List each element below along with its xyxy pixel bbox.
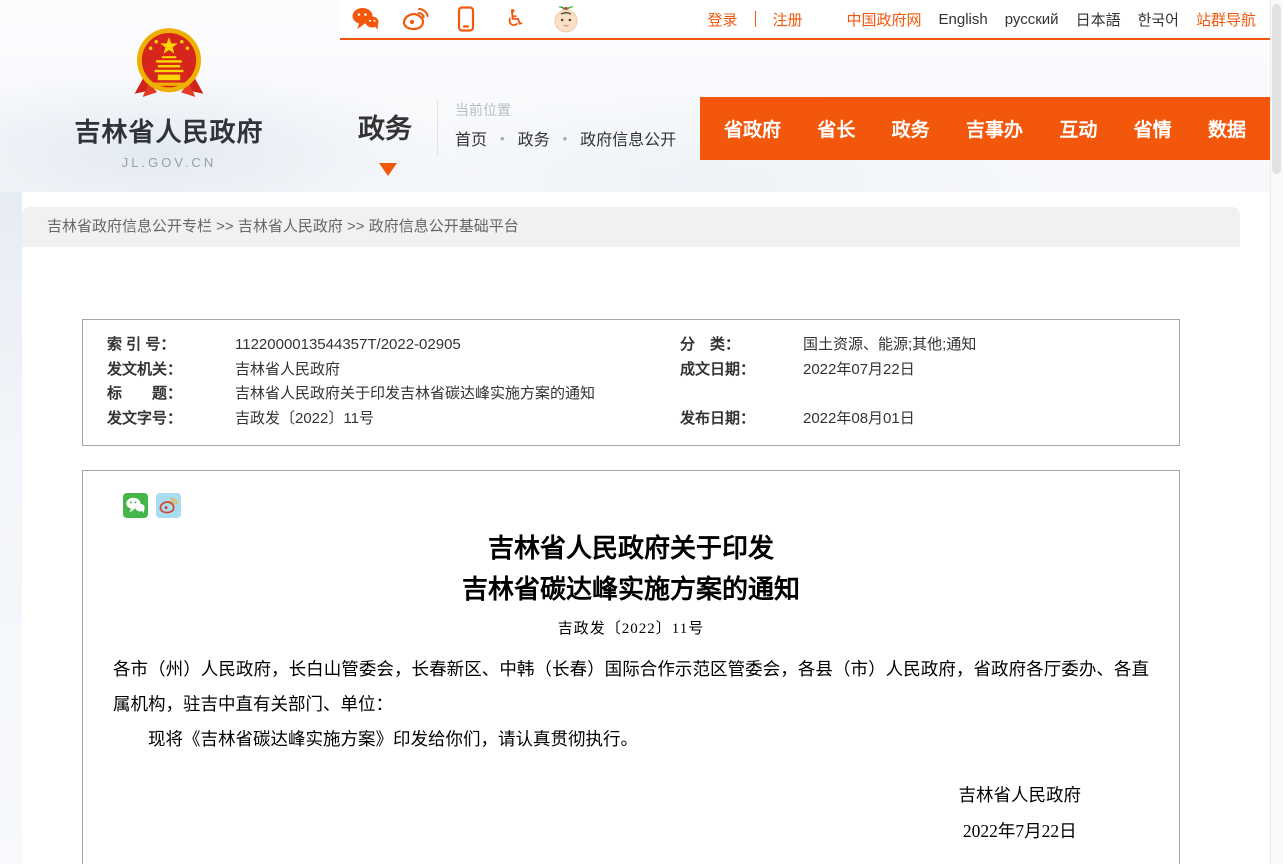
register-link[interactable]: 注册	[773, 9, 803, 30]
nav-item-province-info[interactable]: 省情	[1134, 115, 1172, 142]
document-metadata-box: 索 引 号： 1122000013544357T/2022-02905 分 类：…	[82, 319, 1180, 446]
metadata-grid: 索 引 号： 1122000013544357T/2022-02905 分 类：…	[107, 333, 1179, 431]
meta-label-issuing-org: 发文机关：	[107, 358, 235, 383]
lang-english-link[interactable]: English	[939, 11, 988, 28]
wechat-icon[interactable]	[352, 6, 379, 33]
mascot-icon[interactable]	[552, 6, 579, 33]
login-link[interactable]: 登录	[707, 9, 737, 30]
meta-value-publish-date: 2022年08月01日	[803, 407, 1179, 432]
scrollbar-thumb[interactable]	[1272, 4, 1281, 174]
vertical-divider	[437, 100, 438, 156]
site-logo[interactable]: 吉林省人民政府 JL.GOV.CN	[73, 26, 265, 170]
breadcrumb: 首页 • 政务 • 政府信息公开	[455, 126, 676, 150]
meta-value-doc-number: 吉政发〔2022〕11号	[235, 407, 680, 432]
lang-russian-link[interactable]: русский	[1005, 11, 1059, 28]
signature-block: 吉林省人民政府 2022年7月22日	[113, 777, 1149, 849]
breadcrumb-separator: •	[563, 131, 568, 146]
meta-value-index-no: 1122000013544357T/2022-02905	[235, 333, 680, 358]
signature-org: 吉林省人民政府	[959, 777, 1082, 813]
meta-label-title: 标 题：	[107, 382, 235, 407]
nav-item-zhengwu[interactable]: 政务	[892, 115, 930, 142]
social-icons-group: ♿	[340, 6, 579, 33]
gov-cn-link[interactable]: 中国政府网	[847, 9, 922, 30]
document-content-box: 吉林省人民政府关于印发 吉林省碳达峰实施方案的通知 吉政发〔2022〕11号 各…	[82, 470, 1180, 864]
document-paragraph-recipients: 各市（州）人民政府，长白山管委会，长春新区、中韩（长春）国际合作示范区管委会，各…	[113, 652, 1149, 722]
page: ♿ 登录 注册 中国政府网 English русский 日	[0, 0, 1283, 864]
signature-date: 2022年7月22日	[959, 813, 1082, 849]
meta-value-category: 国土资源、能源;其他;通知	[803, 333, 1179, 358]
weibo-share-icon[interactable]	[156, 493, 181, 518]
nav-item-provincial-gov[interactable]: 省政府	[724, 115, 781, 142]
breadcrumb-separator: •	[500, 131, 505, 146]
site-group-nav-link[interactable]: 站群导航	[1196, 9, 1256, 30]
wechat-share-icon[interactable]	[123, 493, 148, 518]
top-utility-bar: ♿ 登录 注册 中国政府网 English русский 日	[340, 0, 1270, 40]
section-label-zhengwu[interactable]: 政务	[358, 107, 412, 146]
breadcrumb-info-disclosure[interactable]: 政府信息公开	[580, 126, 676, 150]
meta-label-index-no: 索 引 号：	[107, 333, 235, 358]
main-nav: 省政府 省长 政务 吉事办 互动 省情 数据	[700, 97, 1270, 160]
meta-value-written-date: 2022年07月22日	[803, 358, 1179, 383]
nav-item-governor[interactable]: 省长	[817, 115, 855, 142]
lang-korean-link[interactable]: 한국어	[1138, 9, 1179, 30]
platform-breadcrumb-bar: 吉林省政府信息公开专栏 >> 吉林省人民政府 >> 政府信息公开基础平台	[22, 207, 1240, 247]
breadcrumb-zhengwu[interactable]: 政务	[518, 126, 550, 150]
site-domain: JL.GOV.CN	[73, 155, 265, 170]
meta-value-title: 吉林省人民政府关于印发吉林省碳达峰实施方案的通知	[235, 382, 680, 407]
meta-label-written-date: 成文日期：	[680, 358, 803, 383]
nav-item-data[interactable]: 数据	[1208, 115, 1246, 142]
breadcrumb-home[interactable]: 首页	[455, 126, 487, 150]
meta-label-category: 分 类：	[680, 333, 803, 358]
share-icons-row	[123, 493, 1149, 518]
utility-links: 登录 注册 中国政府网 English русский 日本語 한국어 站群导航	[707, 9, 1270, 30]
nav-item-interaction[interactable]: 互动	[1059, 115, 1097, 142]
chevron-down-icon[interactable]	[379, 163, 397, 176]
location-label: 当前位置	[455, 100, 511, 120]
document-title-line2: 吉林省碳达峰实施方案的通知	[113, 569, 1149, 610]
lang-japanese-link[interactable]: 日本語	[1076, 9, 1121, 30]
meta-label-blank	[680, 382, 803, 407]
meta-value-issuing-org: 吉林省人民政府	[235, 358, 680, 383]
document-paragraph-body: 现将《吉林省碳达峰实施方案》印发给你们，请认真贯彻执行。	[113, 722, 1149, 757]
meta-label-doc-number: 发文字号：	[107, 407, 235, 432]
document-number: 吉政发〔2022〕11号	[113, 617, 1149, 638]
document-title-line1: 吉林省人民政府关于印发	[113, 528, 1149, 569]
weibo-icon[interactable]	[402, 6, 429, 33]
scrollbar[interactable]	[1270, 0, 1283, 864]
accessibility-icon[interactable]: ♿	[502, 6, 529, 33]
nav-item-jishiban[interactable]: 吉事办	[966, 115, 1023, 142]
platform-breadcrumb-text: 吉林省政府信息公开专栏 >> 吉林省人民政府 >> 政府信息公开基础平台	[47, 218, 519, 235]
login-register-divider	[755, 11, 756, 27]
mobile-icon[interactable]	[452, 6, 479, 33]
meta-value-blank	[803, 382, 1179, 407]
meta-label-publish-date: 发布日期：	[680, 407, 803, 432]
national-emblem-icon	[133, 26, 205, 104]
site-name: 吉林省人民政府	[73, 112, 265, 149]
